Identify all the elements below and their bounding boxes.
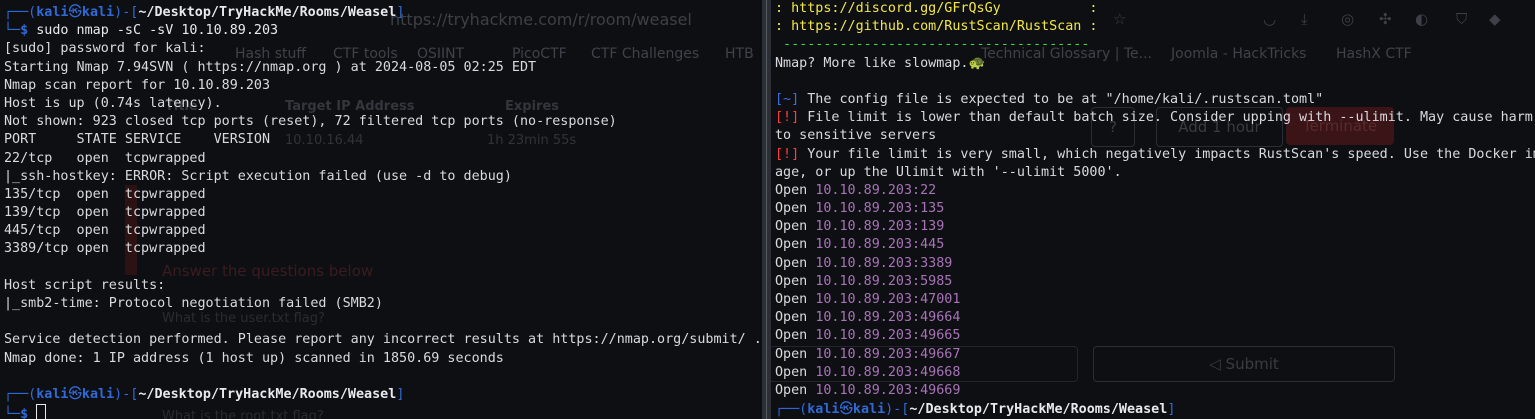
message-line: [!] Your file limit is very small, which… (775, 146, 1535, 162)
output-line: Starting Nmap 7.94SVN ( https://nmap.org… (4, 59, 537, 75)
command-line: └─$ sudo nmap -sC -sV 10.10.89.203 (4, 23, 279, 39)
message-line: [~] The config file is expected to be at… (775, 91, 1324, 107)
terminal-cursor (36, 404, 47, 419)
message-line: [!] File limit is lower than default bat… (775, 110, 1533, 126)
open-port-line: Open 10.10.89.203:49665 (775, 328, 961, 344)
open-port-line: Open 10.10.89.203:139 (775, 219, 945, 235)
right-terminal-window[interactable]: ☆ ◡ ⤓ ◎ ✣ ◐ ⛉ ◆ Technical Glossary | Te.… (771, 0, 1535, 419)
open-port-line: Open 10.10.89.203:3389 (775, 255, 953, 271)
output-line: |_ssh-hostkey: ERROR: Script execution f… (4, 168, 512, 184)
output-line: [sudo] password for kali: (4, 41, 206, 57)
open-port-line: Open 10.10.89.203:49669 (775, 382, 961, 398)
output-line: 3389/tcp open tcpwrapped (4, 241, 206, 257)
rustscan-output: : https://discord.gg/GFrQsGy : : https:/… (775, 0, 1535, 400)
open-port-line: Open 10.10.89.203:49664 (775, 310, 961, 326)
bottom-prompt: ┌──(kali㉿kali)-[~/Desktop/TryHackMe/Room… (775, 401, 1175, 419)
nmap-output: ┌──(kali㉿kali)-[~/Desktop/TryHackMe/Room… (4, 4, 762, 419)
open-port-line: Open 10.10.89.203:5985 (775, 273, 953, 289)
prompt-line: ┌──(kali㉿kali)-[~/Desktop/TryHackMe/Room… (4, 386, 405, 402)
prompt-line: ┌──(kali㉿kali)-[~/Desktop/TryHackMe/Room… (775, 402, 1176, 417)
empty-line (775, 73, 1535, 91)
output-line: Nmap done: 1 IP address (1 host up) scan… (4, 350, 504, 366)
open-port-line: Open 10.10.89.203:47001 (775, 292, 961, 307)
open-port-line: Open 10.10.89.203:49667 (775, 346, 961, 362)
output-line: 445/tcp open tcpwrapped (4, 223, 206, 239)
tagline: Nmap? More like slowmap.🐢 (775, 55, 986, 71)
open-port-line: Open 10.10.89.203:49668 (775, 364, 961, 380)
banner-line: : https://discord.gg/GFrQsGy : (775, 1, 1098, 16)
output-line: Not shown: 923 closed tcp ports (reset),… (4, 114, 617, 130)
message-line: age, or up the Ulimit with '--ulimit 500… (775, 164, 1122, 180)
output-line: PORT STATE SERVICE VERSION (4, 132, 271, 148)
output-line: Host is up (0.74s latency). (4, 95, 222, 111)
output-line: 135/tcp open tcpwrapped (4, 186, 206, 202)
output-line: |_smb2-time: Protocol negotiation failed… (4, 296, 383, 311)
empty-line (4, 368, 762, 386)
message-line: to sensitive servers (775, 128, 937, 144)
output-line: 22/tcp open tcpwrapped (4, 150, 206, 166)
output-line: 139/tcp open tcpwrapped (4, 205, 206, 221)
open-port-line: Open 10.10.89.203:445 (775, 237, 945, 253)
open-port-line: Open 10.10.89.203:22 (775, 182, 937, 198)
input-line[interactable]: └─$ (4, 404, 762, 419)
banner-line: : https://github.com/RustScan/RustScan : (775, 19, 1098, 35)
output-line: Nmap scan report for 10.10.89.203 (4, 77, 271, 93)
output-line: Service detection performed. Please repo… (4, 332, 762, 348)
pane-divider-line (766, 0, 767, 419)
banner-rule: -------------------------------------- (775, 37, 1090, 53)
output-line: Host script results: (4, 277, 166, 293)
open-port-line: Open 10.10.89.203:135 (775, 201, 945, 217)
prompt-line: ┌──(kali㉿kali)-[~/Desktop/TryHackMe/Room… (4, 5, 405, 20)
left-terminal-window[interactable]: https://tryhackme.com/r/room/weasel Hash… (0, 0, 762, 419)
